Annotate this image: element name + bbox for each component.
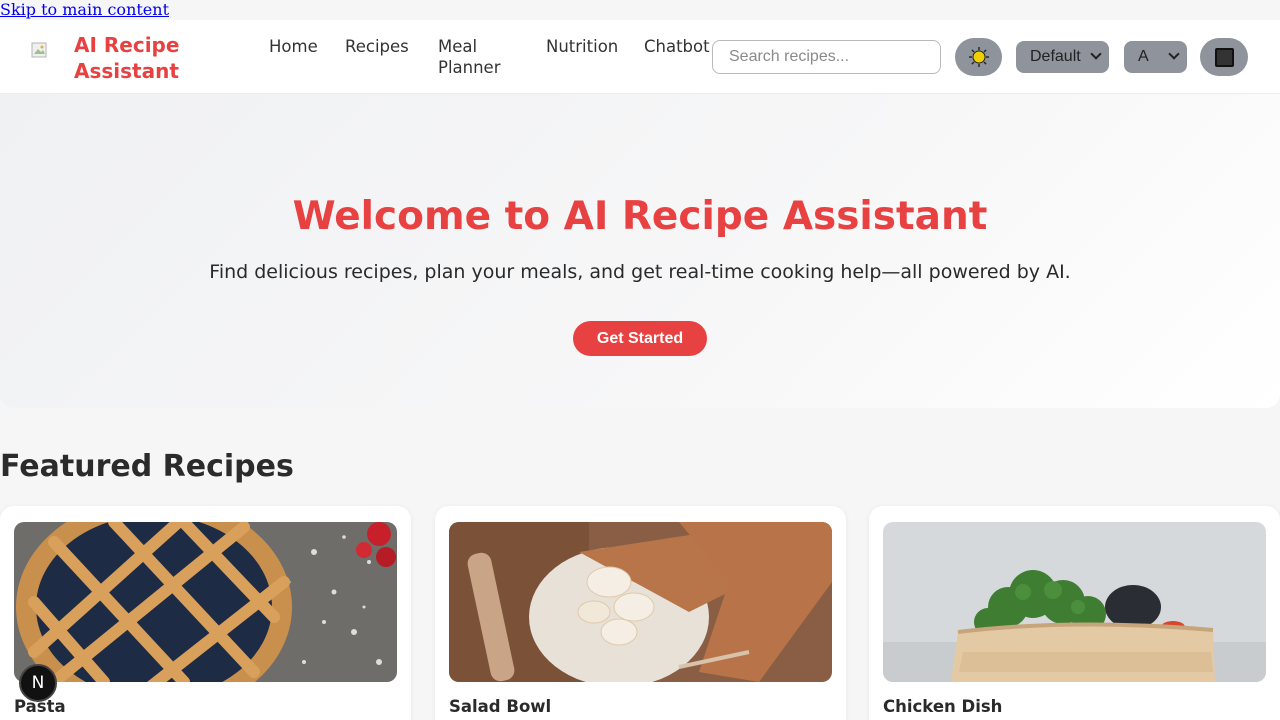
pie-photo — [14, 522, 397, 682]
contrast-square-icon — [1214, 47, 1234, 67]
sun-icon — [968, 47, 989, 67]
theme-select-value: Default — [1030, 48, 1081, 65]
hero-subtitle: Find delicious recipes, plan your meals,… — [209, 261, 1071, 283]
nav-meal-planner[interactable]: Meal Planner — [438, 36, 518, 78]
font-size-select[interactable]: A — [1124, 41, 1187, 73]
contrast-toggle-button[interactable] — [1200, 38, 1248, 76]
recipe-image[interactable] — [449, 522, 832, 682]
get-started-button[interactable]: Get Started — [573, 321, 707, 356]
recipe-card[interactable]: Chicken Dish — [869, 506, 1280, 720]
skip-link[interactable]: Skip to main content — [0, 0, 169, 20]
broken-image-icon — [31, 42, 47, 58]
nav-nutrition[interactable]: Nutrition — [546, 36, 618, 57]
recipe-card[interactable]: Salad Bowl — [435, 506, 846, 720]
recipe-image[interactable] — [14, 522, 397, 682]
search-input[interactable] — [712, 40, 941, 74]
theme-toggle-button[interactable] — [955, 38, 1002, 76]
nav-recipes[interactable]: Recipes — [345, 36, 409, 57]
featured-recipes-title: Featured Recipes — [0, 449, 294, 484]
brand-title[interactable]: AI Recipe Assistant — [74, 32, 204, 84]
recipe-image[interactable] — [883, 522, 1266, 682]
recipe-card-title[interactable]: Chicken Dish — [883, 696, 1002, 718]
recipe-card-title[interactable]: Salad Bowl — [449, 696, 551, 718]
dev-tools-badge[interactable]: N — [19, 664, 57, 702]
hero-title: Welcome to AI Recipe Assistant — [292, 194, 988, 239]
chevron-down-icon — [1090, 48, 1102, 60]
font-size-select-value: A — [1138, 48, 1149, 65]
theme-select[interactable]: Default — [1016, 41, 1109, 73]
navbar: AI Recipe Assistant Home Recipes Meal Pl… — [0, 20, 1280, 94]
chevron-down-icon — [1168, 48, 1180, 60]
nav-home[interactable]: Home — [269, 36, 318, 57]
hero-section: Welcome to AI Recipe Assistant Find deli… — [0, 94, 1280, 408]
broccoli-basket-photo — [883, 522, 1266, 682]
pancakes-photo — [449, 522, 832, 682]
recipe-card[interactable]: Pasta — [0, 506, 411, 720]
nav-chatbot[interactable]: Chatbot — [644, 36, 710, 57]
